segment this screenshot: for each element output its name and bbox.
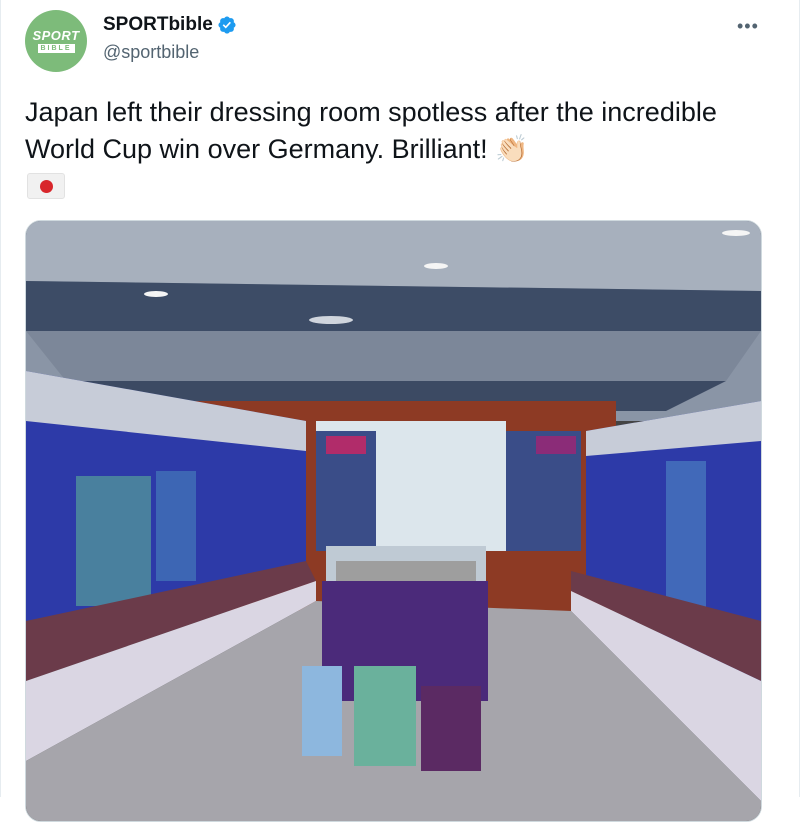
handle[interactable]: @sportbible	[103, 42, 199, 63]
avatar[interactable]: SPORT BIBLE	[25, 10, 87, 72]
author-name-row[interactable]: SPORTbible	[103, 14, 237, 36]
dressing-room-photo	[26, 221, 761, 821]
display-name[interactable]: SPORTbible	[103, 14, 213, 36]
japan-flag-icon	[27, 173, 65, 199]
tweet-photo[interactable]	[25, 220, 762, 822]
more-options-icon[interactable]: •••	[737, 16, 759, 37]
tweet-card[interactable]: SPORT BIBLE SPORTbible @sportbible ••• J…	[0, 0, 800, 822]
avatar-logo-bible: BIBLE	[37, 44, 75, 53]
avatar-logo-sport: SPORT	[32, 28, 80, 43]
verified-badge-icon	[218, 16, 236, 34]
flag-sun	[39, 179, 53, 193]
tweet-text: Japan left their dressing room spotless …	[25, 97, 717, 164]
